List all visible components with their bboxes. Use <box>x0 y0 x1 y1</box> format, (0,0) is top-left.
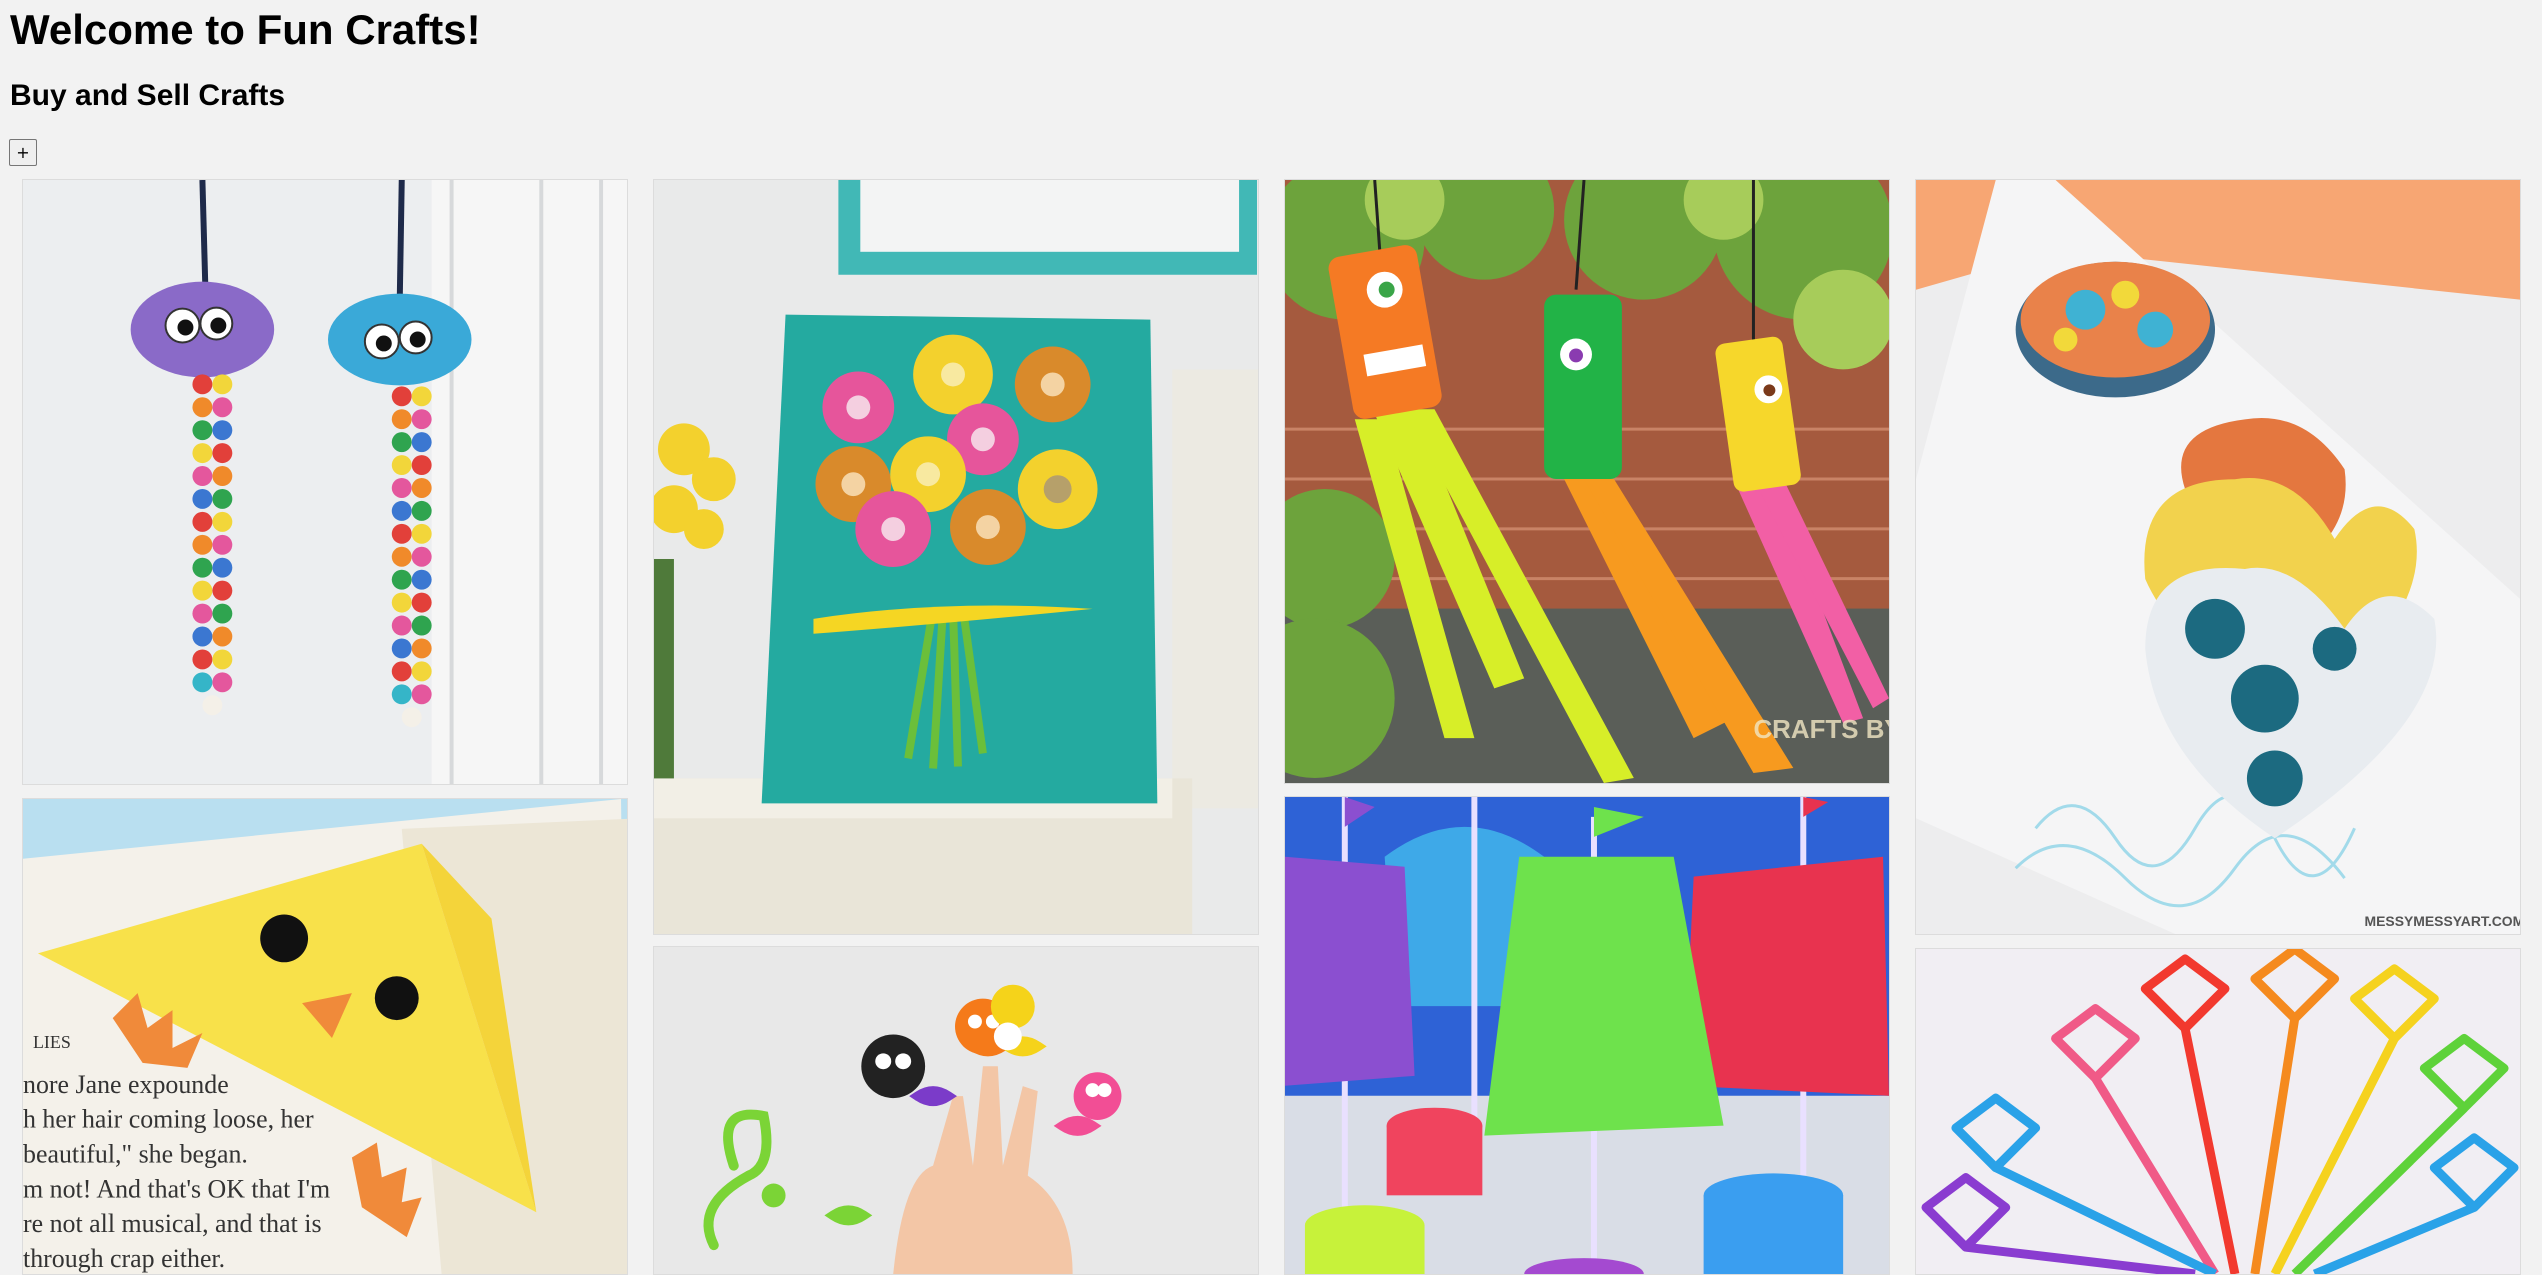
windsock-watermark: CRAFTS BY AMANDA <box>1753 716 1889 744</box>
craft-image-crayon-hearts[interactable]: MESSYMESSYART.COM <box>1915 179 2521 935</box>
add-craft-button[interactable]: + <box>9 139 37 166</box>
craft-image-windsocks[interactable]: CRAFTS BY AMANDA <box>1284 179 1890 784</box>
book-text-line-7: through crap either. <box>23 1244 225 1273</box>
craft-image-chick-bookmark[interactable]: LIES nore Jane expounde h her hair comin… <box>22 798 628 1275</box>
book-text-line-2: nore Jane expounde <box>23 1070 229 1099</box>
book-text-line-4: beautiful," she began. <box>23 1139 248 1168</box>
book-text-line-3: h her hair coming loose, her <box>23 1105 314 1134</box>
craft-image-finger-puppets[interactable] <box>653 946 1259 1275</box>
craft-image-flower-bouquet[interactable] <box>653 179 1259 935</box>
page-title: Welcome to Fun Crafts! <box>10 6 481 53</box>
crayon-watermark: MESSYMESSYART.COM <box>2365 913 2520 929</box>
book-text-line-5: m not! And that's OK that I'm <box>23 1174 330 1203</box>
craft-image-bead-jellyfish[interactable] <box>22 179 628 785</box>
book-text-line-1: LIES <box>33 1032 71 1052</box>
craft-image-bubble-wands[interactable] <box>1915 948 2521 1275</box>
page-subtitle: Buy and Sell Crafts <box>10 79 286 112</box>
book-text-line-6: re not all musical, and that is <box>23 1209 322 1238</box>
craft-image-foam-sailboats[interactable] <box>1284 796 1890 1275</box>
